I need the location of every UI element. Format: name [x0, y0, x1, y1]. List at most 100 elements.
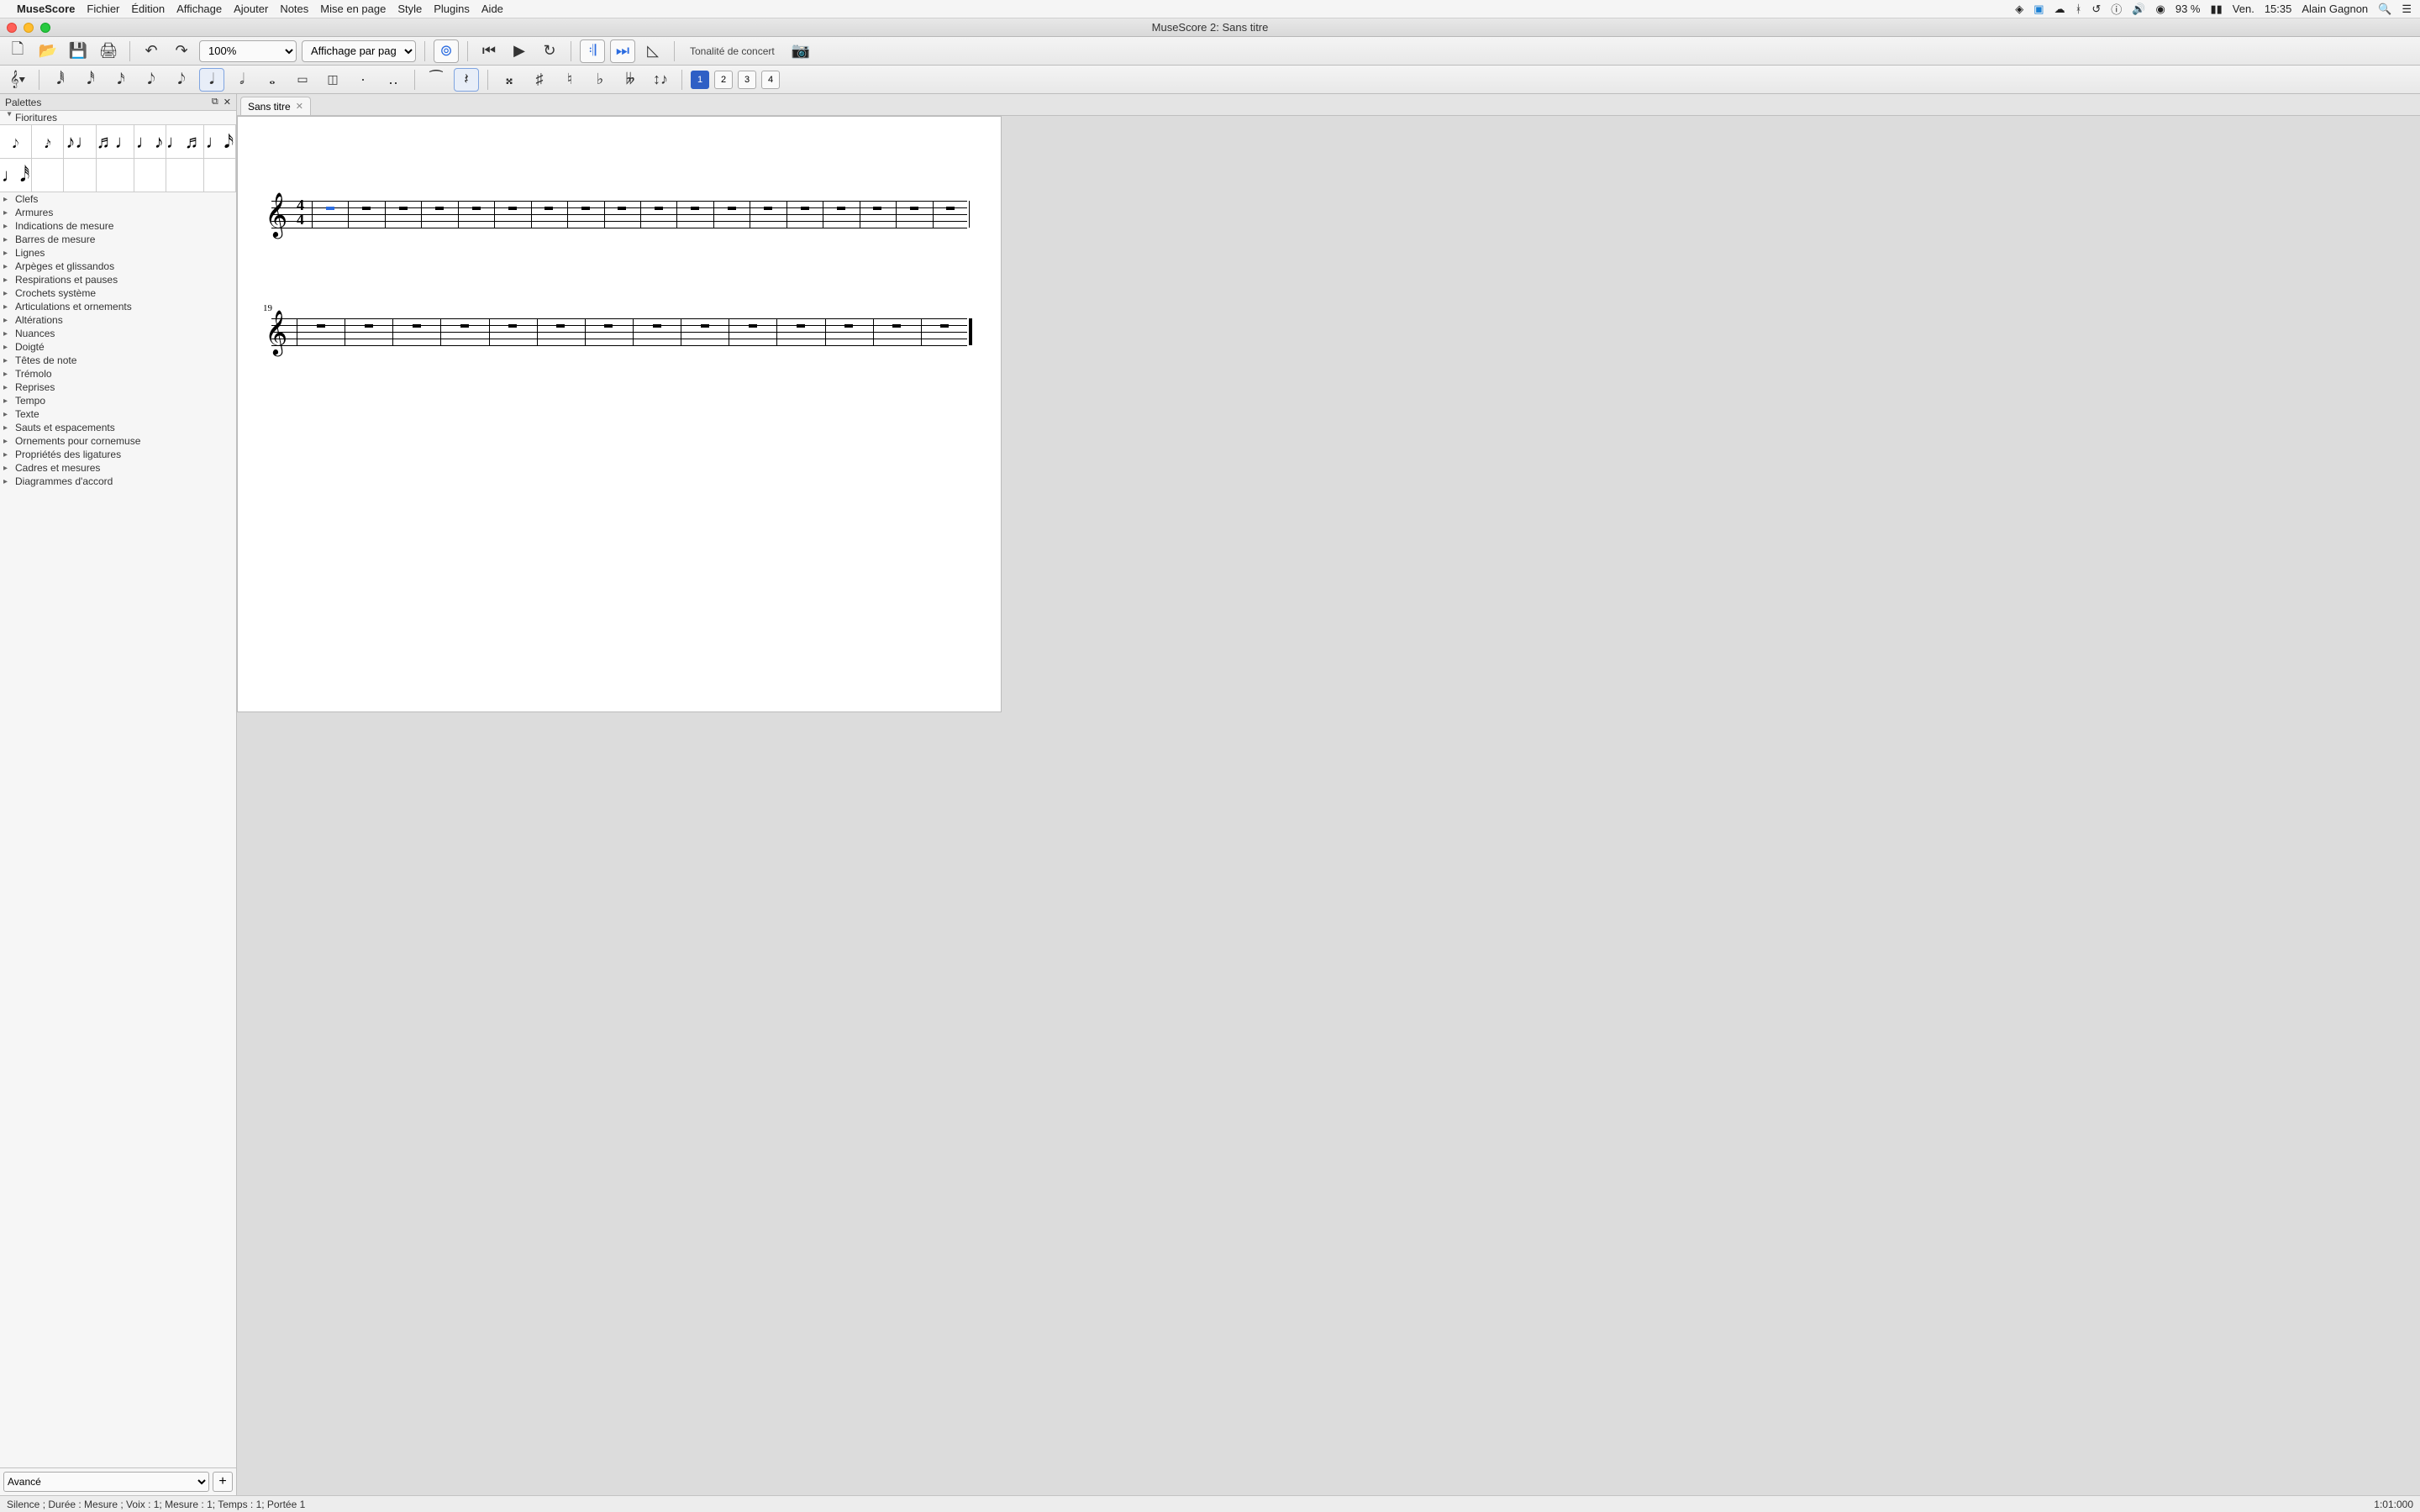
voice-1-button[interactable]: 1 — [691, 71, 709, 89]
wifi-icon[interactable]: ◉ — [2156, 3, 2165, 16]
duration-whole-button[interactable]: 𝅝 — [260, 68, 285, 92]
palette-cat[interactable]: ▸Trémolo — [0, 367, 236, 381]
double-dot-button[interactable]: ‥ — [381, 68, 406, 92]
whole-rest[interactable] — [797, 324, 805, 328]
natural-button[interactable]: ♮ — [557, 68, 582, 92]
palette-cat[interactable]: ▸Propriétés des ligatures — [0, 448, 236, 461]
grace-note-cell[interactable]: ♬♩ — [97, 125, 134, 159]
whole-rest[interactable] — [873, 207, 881, 210]
whole-rest[interactable] — [472, 207, 481, 210]
battery-icon[interactable]: ▮▮ — [2210, 3, 2222, 16]
volume-icon[interactable]: 🔊 — [2132, 3, 2145, 16]
whole-rest[interactable] — [604, 324, 613, 328]
grace-note-cell[interactable]: 𝆔 — [32, 125, 64, 159]
whole-rest[interactable] — [728, 207, 736, 210]
whole-rest[interactable] — [910, 207, 918, 210]
grace-note-cell[interactable] — [32, 159, 64, 192]
whole-rest[interactable] — [544, 207, 553, 210]
palette-cat[interactable]: ▸Indications de mesure — [0, 219, 236, 233]
whole-rest[interactable] — [655, 207, 663, 210]
voice-4-button[interactable]: 4 — [761, 71, 780, 89]
whole-rest[interactable] — [764, 207, 772, 210]
grace-note-cell[interactable] — [64, 159, 96, 192]
duration-16th-button[interactable]: 𝅘𝅥𝅯 — [108, 68, 134, 92]
palette-cat[interactable]: ▸Nuances — [0, 327, 236, 340]
palette-cat[interactable]: ▸Respirations et pauses — [0, 273, 236, 286]
menu-add[interactable]: Ajouter — [234, 3, 268, 15]
grace-note-cell[interactable] — [134, 159, 166, 192]
whole-rest[interactable] — [460, 324, 469, 328]
barline[interactable] — [537, 318, 538, 345]
whole-rest[interactable] — [413, 324, 421, 328]
palette-cat[interactable]: ▸Barres de mesure — [0, 233, 236, 246]
barline[interactable] — [969, 201, 970, 228]
menu-view[interactable]: Affichage — [176, 3, 222, 15]
note-input-button[interactable]: 𝄞▾ — [5, 68, 30, 92]
spotlight-icon[interactable]: 🔍 — [2378, 3, 2391, 16]
undo-button[interactable]: ↶ — [139, 39, 164, 63]
zoom-window-icon[interactable] — [40, 23, 50, 33]
whole-rest[interactable] — [749, 324, 757, 328]
score-page[interactable]: 𝄞 44 𝄞19 — [237, 116, 1002, 712]
grace-note-cell[interactable]: ♪♩ — [64, 125, 96, 159]
voice-3-button[interactable]: 3 — [738, 71, 756, 89]
accessibility-icon[interactable]: ⓘ — [2111, 1, 2122, 17]
open-file-button[interactable]: 📂 — [35, 39, 60, 63]
flat-button[interactable]: ♭ — [587, 68, 613, 92]
mac-menubar[interactable]: MuseScore Fichier Édition Affichage Ajou… — [0, 0, 2420, 18]
whole-rest[interactable] — [701, 324, 709, 328]
play-repeats-button[interactable]: 𝄇 — [580, 39, 605, 63]
barline[interactable] — [676, 201, 677, 228]
dot-button[interactable]: · — [350, 68, 376, 92]
grace-note-cell[interactable]: ♩♪ — [134, 125, 166, 159]
duration-64th-button[interactable]: 𝅘𝅥𝅱 — [48, 68, 73, 92]
menu-edit[interactable]: Édition — [131, 3, 165, 15]
barline[interactable] — [312, 201, 313, 228]
barline[interactable] — [604, 201, 605, 228]
grace-note-cell[interactable]: ♩♬ — [166, 125, 204, 159]
palette-cat[interactable]: ▸Tempo — [0, 394, 236, 407]
duration-8th-alt-button[interactable]: 𝅘𝅥𝅮 — [169, 68, 194, 92]
whole-rest[interactable] — [653, 324, 661, 328]
barline[interactable] — [776, 318, 777, 345]
menu-help[interactable]: Aide — [481, 3, 503, 15]
close-window-icon[interactable] — [7, 23, 17, 33]
barline[interactable] — [896, 201, 897, 228]
duration-32nd-button[interactable]: 𝅘𝅥𝅰 — [78, 68, 103, 92]
whole-rest[interactable] — [892, 324, 901, 328]
barline[interactable] — [713, 201, 714, 228]
menu-icon[interactable]: ☰ — [2402, 3, 2412, 16]
double-sharp-button[interactable]: 𝄪 — [497, 68, 522, 92]
barline[interactable] — [825, 318, 826, 345]
whole-rest[interactable] — [326, 207, 334, 210]
palette-cat[interactable]: ▸Lignes — [0, 246, 236, 260]
time-signature[interactable]: 44 — [297, 198, 304, 227]
barline[interactable] — [421, 201, 422, 228]
barline[interactable] — [440, 318, 441, 345]
document-tab[interactable]: Sans titre ✕ — [240, 97, 311, 115]
treble-clef-icon[interactable]: 𝄞 — [265, 192, 287, 239]
menu-plugins[interactable]: Plugins — [434, 3, 470, 15]
palette-cat[interactable]: ▸Clefs — [0, 192, 236, 206]
palette-cat[interactable]: ▸Armures — [0, 206, 236, 219]
duration-8th-button[interactable]: 𝅘𝅥𝅮 — [139, 68, 164, 92]
rewind-button[interactable]: ⏮ — [476, 39, 502, 63]
metronome-button[interactable]: ◺ — [640, 39, 666, 63]
whole-rest[interactable] — [618, 207, 626, 210]
double-flat-button[interactable]: 𝄫 — [618, 68, 643, 92]
close-icon[interactable]: ✕ — [224, 97, 231, 108]
palette-cat[interactable]: ▸Reprises — [0, 381, 236, 394]
staff-system[interactable]: 𝄞19 — [271, 318, 967, 345]
tie-button[interactable]: ⁀ — [424, 68, 449, 92]
new-file-button[interactable]: 🗋 — [5, 39, 30, 63]
barline[interactable] — [567, 201, 568, 228]
grace-note-cell[interactable]: ♩𝅘𝅥𝅯 — [204, 125, 236, 159]
barline[interactable] — [921, 318, 922, 345]
barline[interactable] — [933, 201, 934, 228]
whole-rest[interactable] — [844, 324, 853, 328]
whole-rest[interactable] — [556, 324, 565, 328]
barline[interactable] — [489, 318, 490, 345]
teamviewer-icon[interactable]: ▣ — [2033, 3, 2044, 16]
grace-note-cell[interactable] — [204, 159, 236, 192]
barline[interactable] — [873, 318, 874, 345]
